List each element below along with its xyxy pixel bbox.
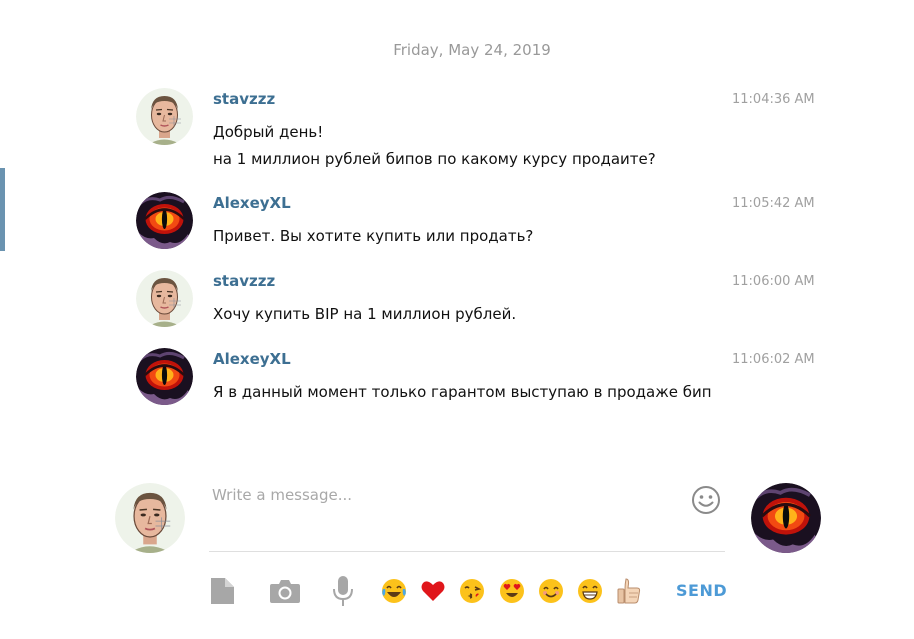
emoji-thumbs-up-button[interactable] — [616, 578, 642, 604]
message: AlexeyXL 11:06:02 AM Я в данный момент т… — [136, 348, 836, 408]
avatar[interactable] — [136, 88, 193, 145]
message-text: Привет. Вы хотите купить или продать? — [213, 223, 533, 250]
heart-eyes-icon — [500, 579, 524, 603]
avatar[interactable] — [136, 348, 193, 405]
attach-file-button[interactable] — [207, 575, 237, 607]
message: stavzzz 11:04:36 AM Добрый день! на 1 ми… — [136, 88, 836, 168]
attach-photo-button[interactable] — [267, 575, 303, 607]
message-author[interactable]: stavzzz — [213, 90, 275, 108]
date-separator: Friday, May 24, 2019 — [393, 41, 551, 59]
tears-of-joy-icon — [382, 579, 406, 603]
face-avatar-icon — [136, 88, 193, 145]
file-icon — [211, 578, 234, 604]
composer-toolbar: SEND — [207, 575, 737, 607]
camera-icon — [270, 580, 300, 603]
avatar[interactable] — [136, 192, 193, 249]
left-accent-bar — [0, 168, 5, 251]
smiley-icon — [692, 486, 720, 514]
dragon-eye-avatar-icon — [136, 192, 193, 249]
message-author[interactable]: AlexeyXL — [213, 350, 291, 368]
message-input[interactable] — [212, 484, 682, 506]
message-text: Хочу купить BIP на 1 миллион рублей. — [213, 301, 516, 328]
message-time: 11:06:00 AM — [732, 274, 815, 289]
dragon-eye-avatar-icon — [751, 483, 821, 553]
dragon-eye-avatar-icon — [136, 348, 193, 405]
message-author[interactable]: stavzzz — [213, 272, 275, 290]
voice-message-button[interactable] — [331, 575, 355, 607]
face-avatar-icon — [115, 483, 185, 553]
kissing-face-icon — [460, 579, 484, 603]
grinning-face-icon — [578, 579, 602, 603]
send-button[interactable]: SEND — [676, 581, 727, 600]
emoji-heart-eyes-button[interactable] — [499, 578, 525, 604]
microphone-icon — [333, 576, 353, 606]
emoji-kissing-face-button[interactable] — [459, 578, 485, 604]
recipient-avatar[interactable] — [751, 483, 821, 553]
emoji-tears-of-joy-button[interactable] — [381, 578, 407, 604]
face-avatar-icon — [136, 270, 193, 327]
message-line: Хочу купить BIP на 1 миллион рублей. — [213, 305, 517, 323]
message-line: Добрый день! — [213, 123, 324, 141]
message: AlexeyXL 11:05:42 AM Привет. Вы хотите к… — [136, 192, 836, 252]
message-composer — [209, 478, 725, 552]
message: stavzzz 11:06:00 AM Хочу купить BIP на 1… — [136, 270, 836, 330]
message-line: Я в данный момент только гарантом выступ… — [213, 383, 712, 401]
thumbs-up-icon — [617, 578, 641, 604]
message-line: Привет. Вы хотите купить или продать? — [213, 227, 534, 245]
own-avatar[interactable] — [115, 483, 185, 553]
emoji-smiling-face-button[interactable] — [538, 578, 564, 604]
message-text: Добрый день! на 1 миллион рублей бипов п… — [213, 119, 656, 173]
emoji-grinning-face-button[interactable] — [577, 578, 603, 604]
avatar[interactable] — [136, 270, 193, 327]
emoji-red-heart-button[interactable] — [420, 578, 446, 604]
red-heart-icon — [421, 581, 445, 601]
message-time: 11:06:02 AM — [732, 352, 815, 367]
message-author[interactable]: AlexeyXL — [213, 194, 291, 212]
message-time: 11:04:36 AM — [732, 92, 815, 107]
emoji-picker-button[interactable] — [691, 485, 721, 515]
message-text: Я в данный момент только гарантом выступ… — [213, 379, 712, 406]
message-line: на 1 миллион рублей бипов по какому курс… — [213, 150, 656, 168]
smiling-face-icon — [539, 579, 563, 603]
message-time: 11:05:42 AM — [732, 196, 815, 211]
